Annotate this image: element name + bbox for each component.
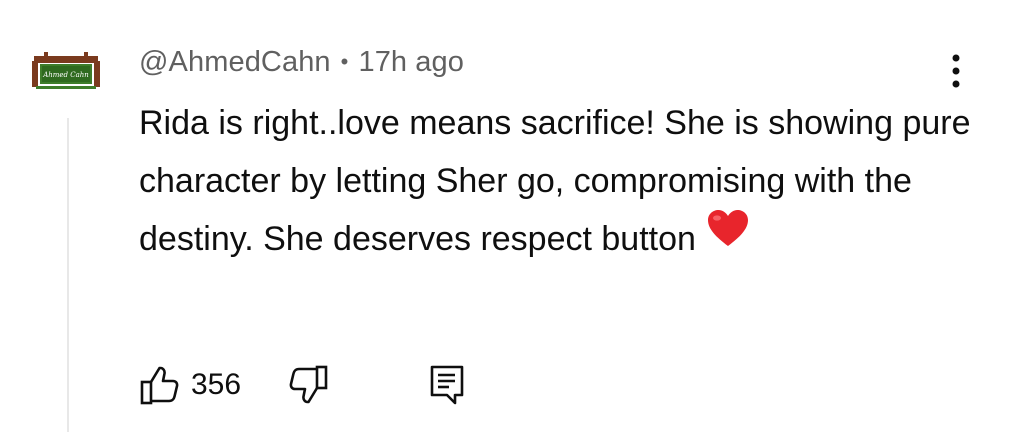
like-count: 356 — [191, 368, 242, 401]
comment-actions: 356 — [139, 360, 465, 410]
avatar-image: Ahmed Cahn — [30, 46, 102, 90]
red-heart-icon — [706, 208, 750, 266]
thumbs-up-icon — [140, 366, 179, 405]
separator-dot: • — [340, 49, 349, 74]
comment-timestamp[interactable]: 17h ago — [358, 46, 464, 79]
comment-body: Rida is right..love means sacrifice! She… — [139, 104, 971, 258]
thread-line — [67, 118, 69, 432]
comment-text: Rida is right..love means sacrifice! She… — [139, 94, 989, 270]
vertical-ellipsis-icon[interactable] — [944, 52, 968, 92]
avatar-text: Ahmed Cahn — [42, 71, 89, 79]
reply-button[interactable] — [429, 364, 465, 406]
author-name[interactable]: @AhmedCahn — [139, 46, 331, 79]
dislike-button[interactable] — [287, 365, 329, 405]
like-button[interactable]: 356 — [139, 365, 241, 405]
comment-card: Ahmed Cahn @AhmedCahn • 17h ago Rida is … — [0, 0, 1024, 432]
reply-comment-icon — [430, 365, 464, 405]
thumbs-down-icon — [289, 365, 328, 404]
comment-header: @AhmedCahn • 17h ago — [139, 42, 464, 82]
avatar[interactable]: Ahmed Cahn — [30, 46, 102, 90]
